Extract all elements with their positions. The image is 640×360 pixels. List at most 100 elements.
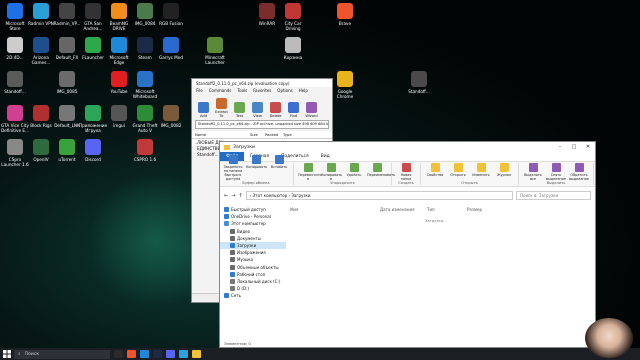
desktop-icon[interactable]: CSPRO 1.6 — [130, 139, 160, 162]
ribbon-button[interactable]: Свойства — [425, 163, 445, 177]
toolbar-button[interactable]: Extract To — [214, 98, 229, 118]
col-size[interactable]: Размер — [467, 207, 482, 212]
desktop-icon[interactable]: Google Chrome — [330, 71, 360, 99]
files-icon[interactable] — [192, 350, 201, 358]
ribbon-icon — [372, 163, 382, 172]
telegram-icon[interactable] — [179, 350, 188, 358]
ribbon-button[interactable]: Закрепить на панели быстрого доступа — [223, 155, 243, 181]
explorer-window[interactable]: Загрузки – □ ✕ ФайлГлавнаяПоделитьсяВид … — [219, 141, 596, 348]
nav-item[interactable]: Музыка — [220, 256, 286, 263]
up-icon[interactable]: ↑ — [238, 193, 242, 199]
toolbar-button[interactable]: View — [250, 102, 265, 118]
ribbon-button[interactable]: Новая папка — [396, 163, 416, 181]
ribbon-icon — [551, 163, 561, 172]
nav-icon — [230, 271, 235, 277]
ribbon-button[interactable]: Удалить — [344, 163, 364, 177]
address-bar-row: ← → ↑ › Этот компьютер › Загрузки Поиск … — [220, 191, 595, 200]
ribbon-button[interactable]: Переместить в — [298, 163, 322, 181]
winrar-path[interactable]: Standoff2_0.11.0_pc_x64.zip - ZIP archiv… — [195, 120, 329, 129]
col-name[interactable]: Name — [192, 132, 250, 137]
menu-item[interactable]: Favorites — [253, 88, 271, 93]
minimize-button[interactable]: – — [553, 144, 567, 150]
nav-item[interactable]: Загрузки — [220, 241, 286, 250]
desktop-icon[interactable]: Standoff... — [0, 71, 30, 94]
nav-item[interactable]: Видео — [220, 228, 286, 235]
winrar-toolbar: Add Extract To Test View Delete Find Wizard — [192, 94, 332, 118]
desktop-icon[interactable]: Корзина — [278, 37, 308, 60]
explorer-titlebar[interactable]: Загрузки – □ ✕ — [220, 142, 595, 152]
menu-item[interactable]: Tools — [237, 88, 247, 93]
desktop-icon[interactable]: IMG_0085 — [52, 71, 82, 94]
nav-item[interactable]: Документы — [220, 235, 286, 242]
forward-icon[interactable]: → — [231, 193, 235, 199]
desktop-icon[interactable]: Minecraft Launcher — [200, 37, 230, 65]
col-type[interactable]: Тип — [427, 207, 467, 212]
nav-item[interactable]: Этот компьютер — [220, 220, 286, 227]
nav-item[interactable]: Сеть — [220, 292, 286, 299]
toolbar-button[interactable]: Test — [232, 102, 247, 118]
desktop-icon-label: Standoff... — [4, 89, 26, 94]
toolbar-button[interactable]: Delete — [268, 102, 283, 118]
window-title: Загрузки — [233, 144, 256, 150]
tool-label: Wizard — [305, 114, 318, 118]
toolbar-button[interactable]: Wizard — [304, 102, 319, 118]
desktop-icon[interactable]: Garrys Mod — [156, 37, 186, 60]
nav-item[interactable]: Объемные объекты — [220, 264, 286, 271]
menu-item[interactable]: Options — [277, 88, 292, 93]
ribbon-button[interactable]: Выделить все — [523, 163, 543, 181]
brave-icon[interactable] — [127, 350, 136, 358]
nav-item[interactable]: Быстрый доступ — [220, 206, 286, 213]
desktop-icon[interactable]: Brave — [330, 3, 360, 26]
maximize-button[interactable]: □ — [567, 144, 581, 150]
col-packed[interactable]: Packed — [265, 132, 283, 137]
col-type[interactable]: Type — [283, 132, 292, 137]
ribbon-button[interactable]: Копировать — [246, 155, 268, 169]
ribbon-icon — [499, 163, 509, 172]
winrar-titlebar[interactable]: Standoff2_0.11.0_pc_x64.zip (evaluation … — [192, 79, 332, 87]
ribbon-group-label: Выделить — [546, 181, 566, 185]
app-icon — [33, 105, 49, 121]
discord-icon[interactable] — [166, 350, 175, 358]
task-view-icon[interactable] — [114, 350, 123, 358]
desktop-icon[interactable]: City Car Driving — [278, 3, 308, 31]
nav-item[interactable]: Рабочий стол — [220, 271, 286, 278]
desktop-icon[interactable]: Microsoft Whiteboard — [130, 71, 160, 99]
ribbon-button[interactable]: Открыть — [448, 163, 468, 177]
edge-icon[interactable] — [140, 350, 149, 358]
desktop-icon[interactable]: Discord — [78, 139, 108, 162]
file-list[interactable]: Имя Дата изменения Тип Размер Загрузка..… — [288, 206, 595, 338]
col-size[interactable]: Size — [250, 132, 265, 137]
nav-item[interactable]: Изображения — [220, 249, 286, 256]
address-bar[interactable]: › Этот компьютер › Загрузки — [245, 191, 513, 200]
close-button[interactable]: ✕ — [581, 144, 595, 150]
menu-item[interactable]: Help — [299, 88, 308, 93]
desktop-icon[interactable]: IMG_0082 — [156, 105, 186, 128]
menu-item[interactable]: Commands — [209, 88, 232, 93]
start-button[interactable] — [0, 348, 14, 360]
toolbar-button[interactable]: Find — [286, 102, 301, 118]
nav-item[interactable]: Локальный диск (C:) — [220, 278, 286, 285]
toolbar-button[interactable]: Add — [196, 102, 211, 118]
ribbon-button[interactable]: Журнал — [494, 163, 514, 177]
menu-item[interactable]: File — [196, 88, 203, 93]
ribbon-button[interactable]: Обратить выделение — [569, 163, 589, 181]
steam-icon[interactable] — [153, 350, 162, 358]
ribbon-button[interactable]: Изменить — [471, 163, 491, 177]
tool-icon — [306, 102, 317, 113]
ribbon-label: Копировать — [246, 165, 268, 169]
ribbon-button[interactable]: Вставить — [269, 155, 289, 169]
ribbon-button[interactable]: Копировать в — [321, 163, 342, 181]
ribbon-tab[interactable]: Вид — [315, 152, 336, 161]
nav-item[interactable]: OneDrive - Personal — [220, 213, 286, 220]
col-date[interactable]: Дата изменения — [380, 207, 427, 212]
desktop-icon[interactable]: Standoff... — [404, 71, 434, 94]
taskbar-search[interactable]: ⌕ Поиск — [14, 349, 110, 359]
back-icon[interactable]: ← — [224, 193, 228, 199]
search-input[interactable]: Поиск в: Загрузки — [516, 191, 591, 200]
ribbon-button[interactable]: Переименовать — [367, 163, 395, 177]
nav-item[interactable]: D (D:) — [220, 285, 286, 292]
search-label: Поиск — [24, 351, 40, 357]
desktop-icon[interactable]: RGB Fusion — [156, 3, 186, 26]
col-name[interactable]: Имя — [288, 207, 380, 212]
ribbon-button[interactable]: Снять выделение — [546, 163, 566, 181]
